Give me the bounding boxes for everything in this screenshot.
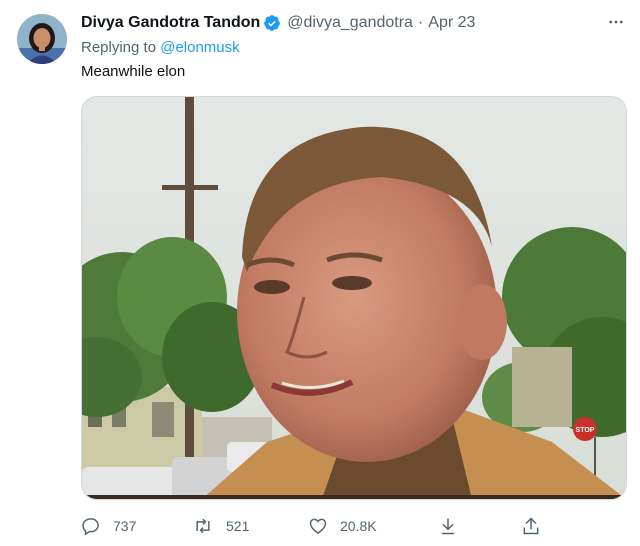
- replying-prefix: Replying to: [81, 39, 157, 56]
- avatar[interactable]: [17, 14, 67, 64]
- author-name[interactable]: Divya Gandotra Tandon: [81, 13, 260, 33]
- tweet-text: Meanwhile elon: [81, 63, 186, 80]
- separator-dot: ·: [417, 14, 424, 31]
- download-icon: [442, 518, 454, 535]
- retweet-count: 521: [226, 518, 250, 534]
- tweet-photo[interactable]: STOP: [81, 96, 627, 500]
- share-icon: [523, 517, 539, 535]
- stop-sign-text: STOP: [576, 427, 595, 434]
- like-icon: [309, 518, 327, 534]
- tweet-date[interactable]: Apr 23: [428, 13, 475, 33]
- share-button[interactable]: [521, 512, 541, 540]
- retweet-icon: [196, 518, 210, 534]
- reply-count: 737: [113, 518, 137, 534]
- download-button[interactable]: [438, 512, 458, 540]
- tweet-header: Divya Gandotra Tandon @divya_gandotra · …: [81, 13, 475, 33]
- tweet-actions: 737 521 20.8K: [81, 512, 621, 540]
- avatar-image: [17, 14, 67, 64]
- author-handle[interactable]: @divya_gandotra: [287, 13, 413, 33]
- verified-badge-icon: [263, 14, 281, 32]
- photo-image: STOP: [82, 97, 626, 499]
- more-button[interactable]: [604, 10, 628, 34]
- retweet-button[interactable]: 521: [192, 512, 249, 540]
- like-count: 20.8K: [340, 518, 377, 534]
- more-icon: [609, 20, 623, 24]
- reply-button[interactable]: 737: [81, 512, 136, 540]
- like-button[interactable]: 20.8K: [308, 512, 377, 540]
- reply-icon: [82, 518, 99, 536]
- replying-to-link[interactable]: @elonmusk: [160, 39, 239, 56]
- replying-to-line: Replying to @elonmusk: [81, 38, 240, 58]
